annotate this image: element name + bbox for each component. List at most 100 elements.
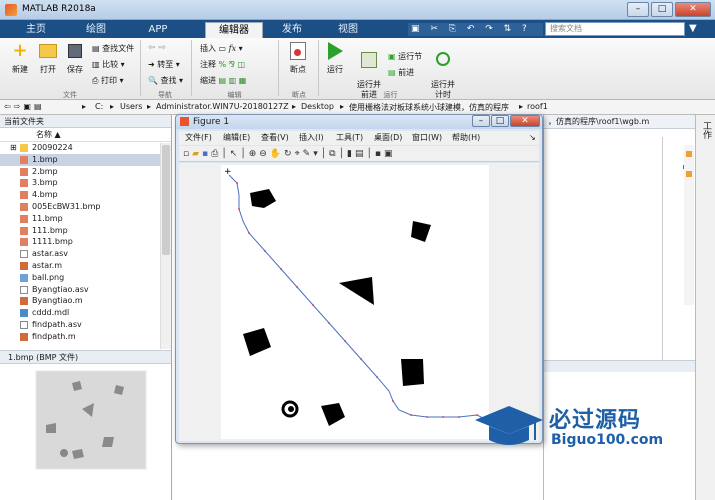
m-file-icon — [20, 297, 28, 306]
figure-maximize-button[interactable]: □ — [491, 115, 509, 127]
print-icon[interactable]: ⎙ — [211, 149, 221, 159]
figure-close-button[interactable]: ✕ — [510, 115, 540, 127]
list-item[interactable]: 2.bmp — [0, 166, 171, 178]
tab-view[interactable]: 视图 — [320, 22, 376, 38]
save-icon[interactable]: ▪ — [202, 149, 211, 159]
list-item[interactable]: ⊞ 20090224 — [0, 142, 171, 154]
tab-home[interactable]: 主页 — [10, 22, 62, 38]
menu-tools[interactable]: 工具(T) — [336, 131, 363, 145]
folder-icon — [39, 44, 57, 58]
open-button[interactable]: 打开 — [34, 42, 62, 75]
breakpoints-button[interactable]: 断点 — [284, 42, 312, 75]
link-icon[interactable]: ⧉ — [329, 149, 338, 159]
list-item[interactable]: 1111.bmp — [0, 236, 171, 248]
pointer-icon[interactable]: ↖ — [230, 149, 241, 159]
ribbon-toolstrip: + 新建 打开 保存 ▤ 查找文件 ▥ 比较 ▾ ⎙ 打印 ▾ 文件 ⇦ ⇨ ➜… — [0, 38, 715, 100]
ribbon-tabs: 主页 绘图 APP 编辑器 发布 视图 ▣ ✂ ⎘ ↶ ↷ ⇅ ? 搜索文档 ▼ — [0, 20, 715, 38]
compare-button[interactable]: ▥ 比较 ▾ — [92, 59, 125, 70]
menu-insert[interactable]: 插入(I) — [299, 131, 324, 145]
advance-button[interactable]: ▤ 前进 — [388, 67, 414, 78]
address-bar[interactable]: ⇦⇨▣▤ ▸ C: ▸ Users ▸ Administrator.WIN7U-… — [0, 100, 715, 115]
editor-scrollbar[interactable] — [684, 145, 694, 305]
run-icon — [327, 42, 343, 60]
menu-view[interactable]: 查看(V) — [261, 131, 289, 145]
user-icon[interactable]: ▼ — [689, 23, 697, 34]
menu-window[interactable]: 窗口(W) — [412, 131, 442, 145]
pan-icon[interactable]: ✋ — [270, 149, 284, 159]
tab-plots[interactable]: 绘图 — [70, 22, 122, 38]
colorbar-icon[interactable]: ▮ — [347, 149, 355, 159]
tab-publish[interactable]: 发布 — [266, 22, 318, 38]
list-item[interactable]: findpath.asv — [0, 319, 171, 331]
text-file-icon — [20, 250, 28, 259]
save-icon — [68, 44, 82, 58]
text-file-icon — [20, 320, 28, 329]
list-item[interactable]: 005EcBW31.bmp — [0, 201, 171, 213]
run-advance-icon — [361, 52, 377, 68]
open-icon[interactable]: ▰ — [192, 149, 202, 159]
nav-arrows-icon[interactable]: ⇦⇨▣▤ — [4, 102, 45, 111]
zoom-in-icon[interactable]: ⊕ — [249, 149, 260, 159]
list-item[interactable]: findpath.m — [0, 331, 171, 343]
tab-apps[interactable]: APP — [132, 22, 184, 38]
list-item[interactable]: Byangtiao.m — [0, 295, 171, 307]
new-figure-icon[interactable]: ▫ — [183, 149, 192, 159]
nav-back-fwd[interactable]: ⇦ ⇨ — [148, 43, 166, 53]
map-axes[interactable]: + — [221, 165, 489, 439]
dock-arrow-icon[interactable]: ↘ — [529, 131, 536, 145]
tab-editor[interactable]: 编辑器 — [205, 22, 263, 38]
list-item[interactable]: ball.png — [0, 272, 171, 284]
rotate-icon[interactable]: ↻ — [284, 149, 295, 159]
search-docs-input[interactable]: 搜索文档 — [545, 22, 685, 36]
list-item[interactable]: 4.bmp — [0, 189, 171, 201]
zoom-out-icon[interactable]: ⊖ — [259, 149, 270, 159]
list-item[interactable]: 3.bmp — [0, 177, 171, 189]
file-list-scrollbar[interactable] — [160, 143, 171, 349]
find-button[interactable]: 🔍 查找 ▾ — [148, 75, 183, 86]
legend-icon[interactable]: ▤ — [355, 149, 367, 159]
run-button[interactable]: 运行 — [322, 42, 348, 75]
goto-button[interactable]: ➜ 转至 ▾ — [148, 59, 180, 70]
path-part[interactable]: 使用栅格法对板球系统小球建模，仿真的程序 — [349, 102, 509, 113]
figure-title-bar: Figure 1 – □ ✕ — [176, 115, 542, 129]
run-section-button[interactable]: ▣ 运行节 — [388, 51, 422, 62]
menu-edit[interactable]: 编辑(E) — [223, 131, 250, 145]
list-item[interactable]: 1.bmp — [0, 153, 171, 166]
list-item[interactable]: Byangtiao.asv — [0, 284, 171, 296]
print-button[interactable]: ⎙ 打印 ▾ — [92, 75, 124, 86]
indent-button[interactable]: 缩进 ▤ ▥ ▦ — [200, 75, 246, 86]
show-tools-icon[interactable]: ▣ — [384, 149, 396, 159]
path-part[interactable]: roof1 — [527, 102, 548, 111]
find-files-button[interactable]: ▤ 查找文件 — [92, 43, 134, 54]
list-item[interactable]: astar.m — [0, 260, 171, 272]
figure-window[interactable]: Figure 1 – □ ✕ 文件(F) 编辑(E) 查看(V) 插入(I) 工… — [175, 114, 543, 444]
menu-desktop[interactable]: 桌面(D) — [374, 131, 402, 145]
figure-minimize-button[interactable]: – — [472, 115, 490, 127]
path-part[interactable]: Administrator.WIN7U-20180127Z — [156, 102, 289, 111]
menu-file[interactable]: 文件(F) — [185, 131, 212, 145]
obstacle — [401, 359, 424, 386]
quick-access-toolbar[interactable]: ▣ ✂ ⎘ ↶ ↷ ⇅ ? — [408, 23, 543, 36]
new-button[interactable]: + 新建 — [6, 42, 34, 75]
path-part[interactable]: Users — [120, 102, 142, 111]
path-part[interactable]: C: — [95, 102, 103, 111]
data-cursor-icon[interactable]: ⌖ — [295, 149, 303, 159]
list-item[interactable]: 111.bmp — [0, 225, 171, 237]
insert-button[interactable]: 插入 ▭ fx ▾ — [200, 43, 243, 54]
list-item[interactable]: 11.bmp — [0, 213, 171, 225]
comment-button[interactable]: 注释 % ⅋ ◫ — [200, 59, 245, 70]
menu-help[interactable]: 帮助(H) — [452, 131, 480, 145]
figure-toolbar[interactable]: ▫▰▪⎙│↖│⊕⊖✋↻⌖✎▾│⧉│▮▤│▪▣ — [179, 146, 539, 162]
watermark-url: Biguo100.com — [551, 432, 664, 448]
column-name-header[interactable]: 名称 ▲ — [0, 128, 171, 142]
list-item[interactable]: astar.asv — [0, 248, 171, 260]
hide-tools-icon[interactable]: ▪ — [375, 149, 384, 159]
brush-icon[interactable]: ✎ — [303, 149, 314, 159]
path-part[interactable]: Desktop — [301, 102, 334, 111]
close-button[interactable]: ✕ — [675, 2, 711, 17]
list-item[interactable]: cddd.mdl — [0, 307, 171, 319]
breakpoint-icon — [290, 42, 306, 60]
minimize-button[interactable]: – — [627, 2, 649, 17]
maximize-button[interactable]: □ — [651, 2, 673, 17]
save-button[interactable]: 保存 — [62, 42, 88, 75]
